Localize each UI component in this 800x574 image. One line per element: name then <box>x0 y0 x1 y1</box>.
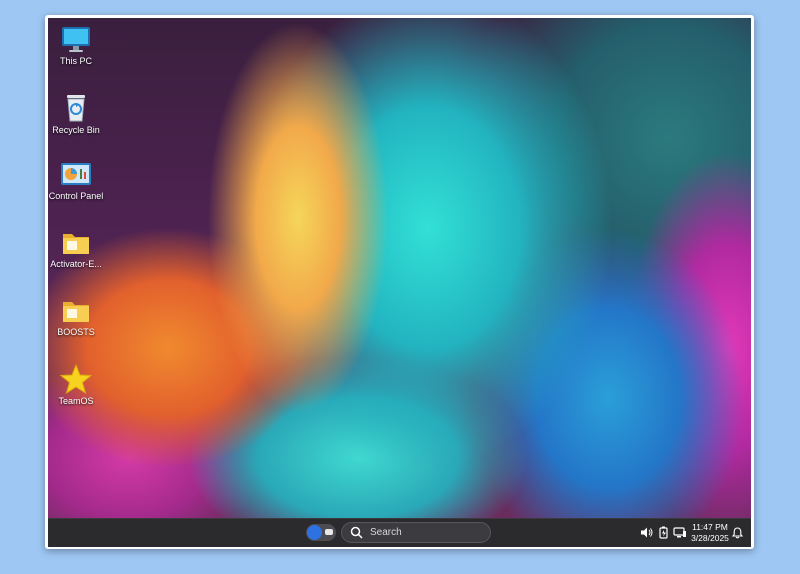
taskbar-clock[interactable]: 11:47 PM 3/28/2025 <box>688 522 732 544</box>
control-panel-icon <box>61 163 91 185</box>
desktop: This PC Recycle Bin Control Panel Activa… <box>48 18 751 518</box>
desktop-icon-label: This PC <box>59 56 92 66</box>
battery-icon[interactable] <box>658 526 670 539</box>
network-icon[interactable] <box>673 526 687 539</box>
search-icon <box>350 526 363 539</box>
desktop-icon-recycle-bin[interactable]: Recycle Bin <box>48 93 109 135</box>
desktop-icon-activator-folder[interactable]: Activator-E... <box>48 229 109 269</box>
recycle-bin-icon <box>67 95 85 122</box>
desktop-icon-teamos[interactable]: TeamOS <box>48 364 109 406</box>
clock-time: 11:47 PM <box>692 522 728 532</box>
desktop-icon-label: BOOSTS <box>57 327 95 337</box>
desktop-icon-control-panel[interactable]: Control Panel <box>48 161 109 201</box>
volume-icon[interactable] <box>640 526 653 539</box>
camera-icon <box>325 529 333 535</box>
desktop-icon-boosts-folder[interactable]: BOOSTS <box>48 297 109 337</box>
desktop-icon-label: Activator-E... <box>50 259 102 269</box>
bell-icon[interactable] <box>732 527 743 539</box>
taskbar-search-box[interactable]: Search <box>341 522 491 543</box>
monitor-icon <box>62 27 90 52</box>
system-tray <box>638 519 688 547</box>
taskbar: Search 11:47 PM 3/28/2025 <box>48 518 751 547</box>
toggle-knob <box>307 525 322 540</box>
desktop-icon-label: Recycle Bin <box>52 125 100 135</box>
desktop-icon-this-pc[interactable]: This PC <box>48 26 109 66</box>
search-placeholder: Search <box>370 527 402 538</box>
widgets-toggle[interactable] <box>306 524 336 541</box>
desktop-icon-label: TeamOS <box>58 396 94 406</box>
folder-icon <box>63 234 89 254</box>
star-icon <box>60 364 92 394</box>
clock-date: 3/28/2025 <box>691 533 729 543</box>
desktop-icon-label: Control Panel <box>48 191 104 201</box>
folder-icon <box>63 302 89 322</box>
